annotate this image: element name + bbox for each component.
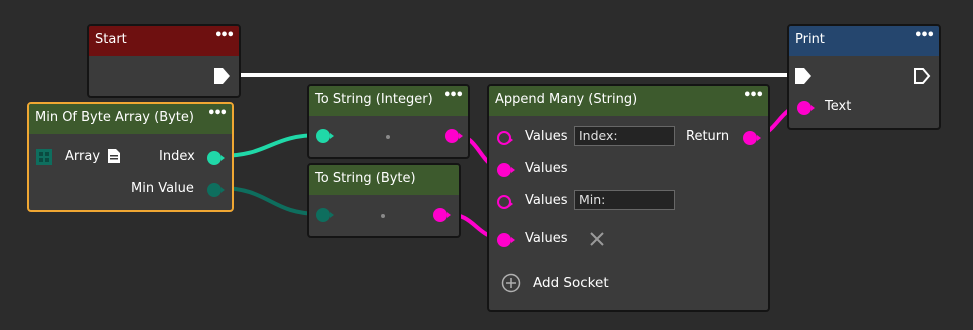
- return-output-pin[interactable]: [743, 131, 761, 145]
- values-label-3: Values: [525, 193, 568, 208]
- wire-index-to-integer: [219, 133, 321, 158]
- values-label-4: Values: [525, 231, 568, 246]
- min-of-byte-array-header[interactable]: Min Of Byte Array (Byte) •••: [29, 104, 232, 134]
- print-node[interactable]: Print ••• Text: [787, 24, 941, 130]
- wire-minvalue-to-byte: [219, 186, 321, 216]
- text-input-pin[interactable]: [797, 101, 815, 115]
- exec-out-icon[interactable]: [213, 67, 231, 85]
- string-output-pin[interactable]: [445, 129, 463, 143]
- remove-socket-icon[interactable]: [590, 232, 604, 246]
- node-center-dot: [386, 135, 390, 139]
- to-string-integer-title: To String (Integer): [315, 92, 433, 107]
- min-of-byte-array-title: Min Of Byte Array (Byte): [35, 110, 194, 125]
- string-output-pin[interactable]: [433, 208, 451, 222]
- byte-input-pin[interactable]: [316, 208, 334, 222]
- node-menu-icon[interactable]: •••: [743, 88, 764, 103]
- values-input-field-1[interactable]: Index:: [574, 126, 675, 146]
- min-value-output-pin[interactable]: [207, 183, 225, 197]
- start-node[interactable]: Start •••: [87, 24, 241, 98]
- values-input-pin-4[interactable]: [497, 233, 515, 247]
- node-menu-icon[interactable]: •••: [914, 28, 935, 43]
- min-value-pin-label: Min Value: [131, 181, 194, 196]
- node-menu-icon[interactable]: •••: [443, 88, 464, 103]
- values-input-pin-2[interactable]: [497, 163, 515, 177]
- node-center-dot: [381, 214, 385, 218]
- node-menu-icon[interactable]: •••: [207, 106, 228, 121]
- print-node-header[interactable]: Print •••: [789, 26, 939, 56]
- array-pin-icon[interactable]: [36, 149, 52, 165]
- values-input-field-3[interactable]: Min:: [574, 190, 675, 210]
- values-label-2: Values: [525, 161, 568, 176]
- add-socket-button[interactable]: Add Socket: [533, 275, 609, 291]
- values-input-pin-3[interactable]: [497, 195, 513, 209]
- array-pin-label: Array: [65, 149, 101, 164]
- index-pin-label: Index: [159, 149, 195, 164]
- add-socket-icon[interactable]: [501, 273, 521, 293]
- append-many-title: Append Many (String): [495, 92, 638, 107]
- min-of-byte-array-node[interactable]: Min Of Byte Array (Byte) ••• Array Index…: [27, 102, 234, 212]
- start-node-title: Start: [95, 32, 127, 47]
- to-string-byte-header[interactable]: To String (Byte): [309, 165, 459, 195]
- append-many-header[interactable]: Append Many (String) •••: [489, 86, 768, 116]
- document-icon[interactable]: [108, 149, 120, 163]
- index-output-pin[interactable]: [207, 151, 225, 165]
- node-menu-icon[interactable]: •••: [214, 28, 235, 43]
- to-string-byte-title: To String (Byte): [315, 171, 416, 186]
- to-string-integer-header[interactable]: To String (Integer) •••: [309, 86, 468, 116]
- text-pin-label: Text: [825, 99, 852, 114]
- exec-in-icon[interactable]: [794, 67, 812, 85]
- return-pin-label: Return: [686, 129, 730, 144]
- values-input-pin-1[interactable]: [497, 131, 513, 145]
- values-label-1: Values: [525, 129, 568, 144]
- start-node-header[interactable]: Start •••: [89, 26, 239, 56]
- print-node-title: Print: [795, 32, 825, 47]
- append-many-node[interactable]: Append Many (String) ••• Values Index: R…: [487, 84, 770, 312]
- to-string-byte-node[interactable]: To String (Byte): [307, 163, 461, 238]
- to-string-integer-node[interactable]: To String (Integer) •••: [307, 84, 470, 159]
- exec-out-icon[interactable]: [913, 67, 931, 85]
- integer-input-pin[interactable]: [316, 129, 334, 143]
